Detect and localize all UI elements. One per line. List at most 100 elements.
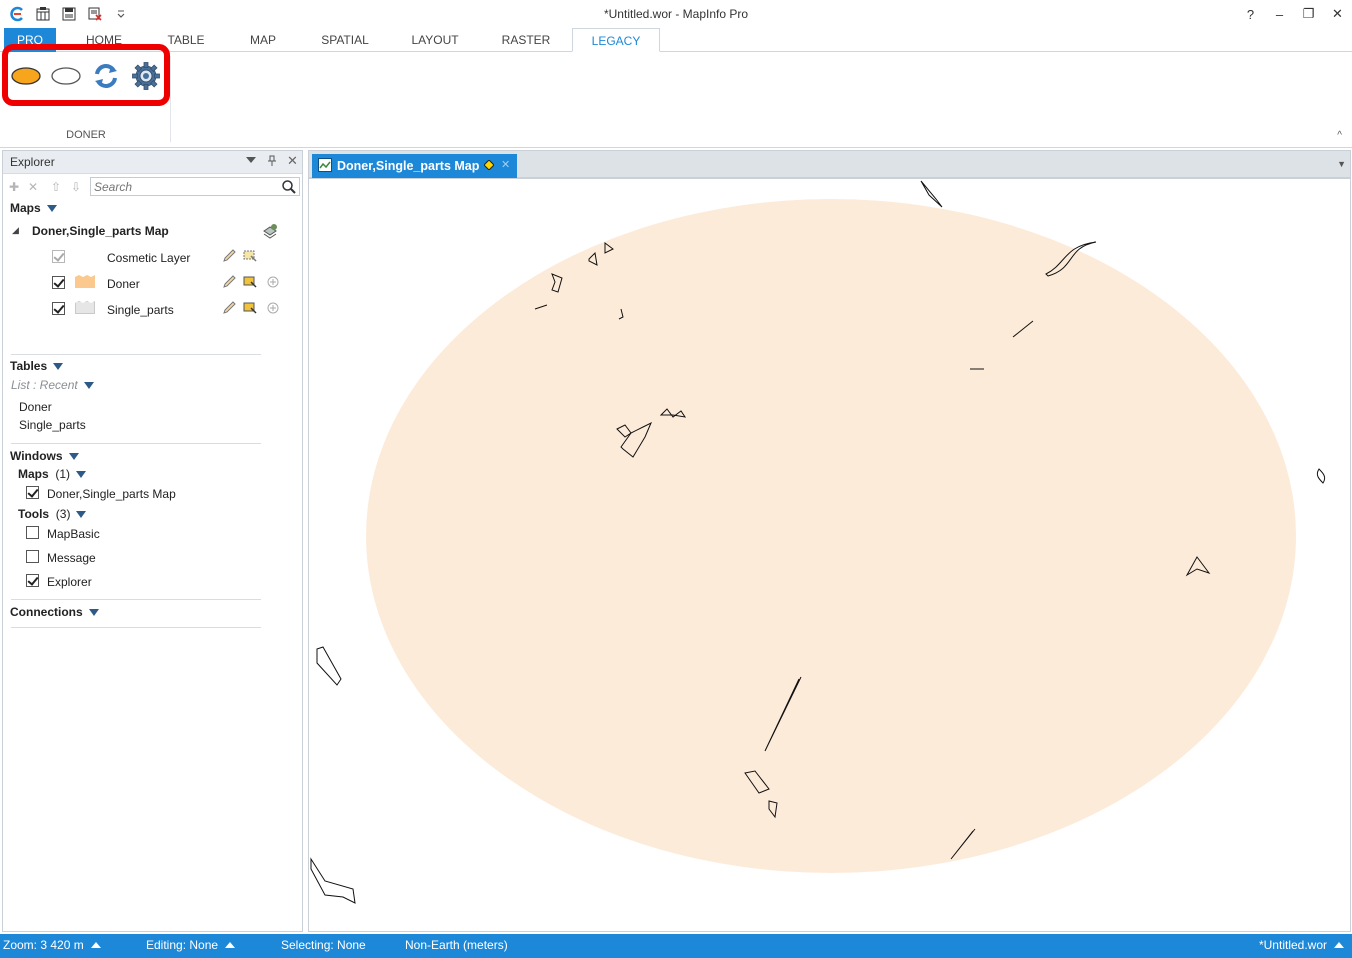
search-input[interactable] bbox=[91, 178, 276, 195]
layer-name-cosmetic[interactable]: Cosmetic Layer bbox=[107, 251, 190, 265]
tab-spatial[interactable]: SPATIAL bbox=[310, 28, 380, 52]
windows-heading-label: Windows bbox=[10, 449, 63, 463]
tables-heading-label: Tables bbox=[10, 359, 48, 373]
document-tab-bar: Doner,Single_parts Map ✕ ▼ bbox=[308, 150, 1351, 178]
section-divider bbox=[11, 354, 261, 355]
minimize-button[interactable]: – bbox=[1265, 0, 1294, 28]
move-up-icon[interactable]: ⇧ bbox=[51, 180, 61, 194]
selectable-icon[interactable] bbox=[242, 248, 258, 264]
edit-pencil-icon[interactable] bbox=[221, 274, 237, 290]
zoom-status-text: Zoom: 3 420 m bbox=[3, 938, 84, 952]
tool-item-explorer[interactable]: Explorer bbox=[47, 575, 92, 589]
map-tab-label: Doner,Single_parts Map bbox=[337, 159, 480, 173]
tool-item-message[interactable]: Message bbox=[47, 551, 96, 565]
tab-legacy[interactable]: LEGACY bbox=[572, 28, 660, 52]
layer-checkbox-doner[interactable] bbox=[52, 276, 65, 289]
map-drawing bbox=[310, 180, 1326, 904]
editing-status[interactable]: Editing: None bbox=[146, 938, 236, 952]
edit-pencil-icon[interactable] bbox=[221, 248, 237, 264]
maximize-button[interactable]: ❐ bbox=[1294, 0, 1323, 28]
layer-control-icon[interactable] bbox=[262, 223, 278, 239]
move-down-icon[interactable]: ⇩ bbox=[71, 180, 81, 194]
list-mode-label: List : Recent bbox=[11, 378, 78, 392]
chevron-down-icon bbox=[76, 511, 87, 519]
single-parts-style-swatch[interactable] bbox=[75, 301, 95, 314]
feature-polygon bbox=[310, 857, 356, 904]
chevron-up-icon bbox=[225, 942, 236, 948]
windows-tools-group[interactable]: Tools (3) bbox=[18, 507, 87, 521]
doner-style-swatch[interactable] bbox=[75, 275, 95, 288]
remove-icon[interactable]: ✕ bbox=[28, 180, 38, 194]
close-button[interactable]: ✕ bbox=[1323, 0, 1352, 28]
title-bar: *Untitled.wor - MapInfo Pro ? – ❐ ✕ bbox=[0, 0, 1352, 28]
label-visibility-icon[interactable] bbox=[265, 300, 281, 316]
selectable-icon[interactable] bbox=[242, 300, 258, 316]
tab-map[interactable]: MAP bbox=[235, 28, 291, 52]
windows-tools-label: Tools bbox=[18, 507, 50, 521]
tab-overflow-icon[interactable]: ▼ bbox=[1337, 159, 1346, 169]
tool-checkbox-explorer[interactable] bbox=[26, 574, 39, 587]
window-item-map[interactable]: Doner,Single_parts Map bbox=[47, 487, 176, 501]
ribbon-tabs: PRO HOME TABLE MAP SPATIAL LAYOUT RASTER… bbox=[0, 28, 1352, 52]
tool-item-mapbasic[interactable]: MapBasic bbox=[47, 527, 100, 541]
windows-section-heading[interactable]: Windows bbox=[10, 449, 79, 463]
feature-polyline bbox=[920, 180, 943, 208]
layer-checkbox-cosmetic[interactable] bbox=[52, 250, 65, 263]
connections-section-heading[interactable]: Connections bbox=[10, 605, 99, 619]
help-button[interactable]: ? bbox=[1236, 0, 1265, 28]
windows-maps-group[interactable]: Maps (1) bbox=[18, 467, 87, 481]
chevron-down-icon bbox=[68, 453, 79, 461]
search-field[interactable] bbox=[90, 177, 300, 196]
map-document-tab[interactable]: Doner,Single_parts Map ✕ bbox=[312, 154, 517, 178]
editing-status-text: Editing: None bbox=[146, 938, 219, 952]
tab-raster[interactable]: RASTER bbox=[490, 28, 562, 52]
workspace-status[interactable]: *Untitled.wor bbox=[1259, 938, 1344, 952]
status-bar: Zoom: 3 420 m Editing: None Selecting: N… bbox=[0, 934, 1352, 958]
add-icon[interactable]: ✚ bbox=[9, 180, 19, 194]
selectable-icon[interactable] bbox=[242, 274, 258, 290]
map-node-label[interactable]: Doner,Single_parts Map bbox=[32, 224, 169, 238]
section-divider bbox=[11, 599, 261, 600]
chevron-down-icon bbox=[76, 471, 87, 479]
layer-name-single-parts[interactable]: Single_parts bbox=[107, 303, 174, 317]
section-divider bbox=[11, 627, 261, 628]
chevron-down-icon bbox=[88, 609, 99, 617]
projection-status[interactable]: Non-Earth (meters) bbox=[405, 938, 508, 952]
table-item-single-parts[interactable]: Single_parts bbox=[19, 418, 86, 432]
tab-close-icon[interactable]: ✕ bbox=[501, 158, 510, 171]
tab-layout[interactable]: LAYOUT bbox=[400, 28, 470, 52]
chevron-down-icon bbox=[46, 205, 57, 213]
maps-section-heading[interactable]: Maps bbox=[10, 201, 57, 215]
collapse-ribbon-icon[interactable]: ^ bbox=[1337, 130, 1342, 141]
zoom-status[interactable]: Zoom: 3 420 m bbox=[3, 938, 101, 952]
tool-checkbox-mapbasic[interactable] bbox=[26, 526, 39, 539]
windows-maps-count: (1) bbox=[55, 467, 71, 481]
selecting-status[interactable]: Selecting: None bbox=[281, 938, 366, 952]
search-icon[interactable] bbox=[281, 179, 297, 198]
panel-close-icon[interactable]: ✕ bbox=[287, 153, 298, 169]
tool-checkbox-message[interactable] bbox=[26, 550, 39, 563]
tab-pin-icon[interactable] bbox=[483, 159, 495, 173]
tables-section-heading[interactable]: Tables bbox=[10, 359, 64, 373]
workspace-status-text: *Untitled.wor bbox=[1258, 938, 1327, 952]
panel-dropdown-icon[interactable] bbox=[245, 155, 257, 167]
explorer-toolbar: ✚ ✕ ⇧ ⇩ bbox=[3, 174, 302, 200]
explorer-header: Explorer ✕ bbox=[3, 151, 302, 174]
chevron-down-icon bbox=[83, 382, 94, 390]
chevron-up-icon bbox=[1334, 942, 1344, 948]
map-window-icon bbox=[318, 158, 332, 175]
edit-pencil-icon[interactable] bbox=[221, 300, 237, 316]
windows-tools-count: (3) bbox=[55, 507, 71, 521]
map-canvas[interactable] bbox=[308, 178, 1351, 932]
list-mode-dropdown[interactable]: List : Recent bbox=[11, 378, 94, 392]
window-checkbox-map[interactable] bbox=[26, 486, 39, 499]
table-item-doner[interactable]: Doner bbox=[19, 400, 52, 414]
ribbon-group-label: DONER bbox=[66, 129, 106, 141]
windows-maps-label: Maps bbox=[18, 467, 49, 481]
label-visibility-icon[interactable] bbox=[265, 274, 281, 290]
tree-expand-icon[interactable]: ◢ bbox=[12, 225, 19, 236]
layer-checkbox-single-parts[interactable] bbox=[52, 302, 65, 315]
maps-heading-label: Maps bbox=[10, 201, 41, 215]
pin-icon[interactable] bbox=[267, 155, 277, 170]
layer-name-doner[interactable]: Doner bbox=[107, 277, 140, 291]
